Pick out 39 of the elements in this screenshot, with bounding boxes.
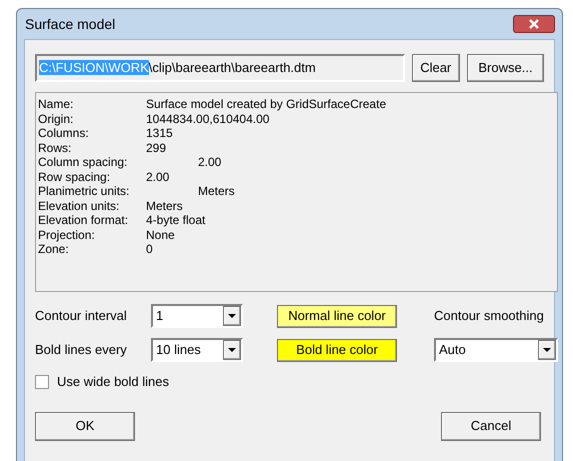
contour-smoothing-label: Contour smoothing (434, 307, 545, 326)
info-value: None (146, 228, 175, 242)
window-title: Surface model (24, 14, 116, 34)
checkbox-label: Use wide bold lines (57, 373, 170, 391)
info-label: Origin: (38, 112, 74, 126)
normal-line-color-button[interactable]: Normal line color (277, 304, 397, 328)
info-value: Meters (146, 198, 183, 213)
info-label: Projection: (38, 228, 96, 242)
info-label: Columns: (38, 126, 90, 140)
info-value: 1315 (146, 126, 173, 140)
info-value: 2.00 (197, 155, 222, 170)
checkbox[interactable] (35, 374, 49, 389)
bold-lines-dropdown[interactable]: 10 lines (151, 338, 243, 362)
contour-interval-dropdown[interactable]: 1 (151, 304, 243, 328)
info-label: Elevation units: (38, 198, 120, 213)
browse-button[interactable]: Browse... (466, 54, 544, 82)
info-value: Meters (197, 184, 235, 198)
info-label: Zone: (38, 242, 70, 256)
info-label: Planimetric units: (38, 184, 130, 198)
info-label: Row spacing: (38, 170, 112, 184)
info-value: 4-byte float (146, 213, 206, 228)
close-icon (529, 19, 539, 29)
info-value: 2.00 (146, 170, 170, 184)
bold-line-color-button[interactable]: Bold line color (277, 338, 397, 362)
info-value: 1044834.00,610404.00 (146, 112, 270, 126)
close-button[interactable] (513, 15, 555, 33)
info-label: Rows: (38, 140, 72, 155)
bold-lines-every-label: Bold lines every (35, 341, 128, 360)
info-label: Elevation format: (38, 213, 130, 228)
info-value: Surface model created by GridSurfaceCreate (146, 97, 386, 112)
info-label: Column spacing: (38, 155, 128, 170)
contour-interval-label: Contour interval (35, 307, 128, 326)
contour-smoothing-dropdown[interactable]: Auto (434, 338, 558, 362)
info-value: 0 (146, 242, 153, 256)
cancel-button[interactable]: Cancel (441, 412, 541, 440)
info-label: Name: (38, 97, 74, 112)
info-value: 299 (146, 140, 166, 155)
ok-button[interactable]: OK (35, 412, 135, 440)
clear-button[interactable]: Clear (412, 54, 460, 82)
